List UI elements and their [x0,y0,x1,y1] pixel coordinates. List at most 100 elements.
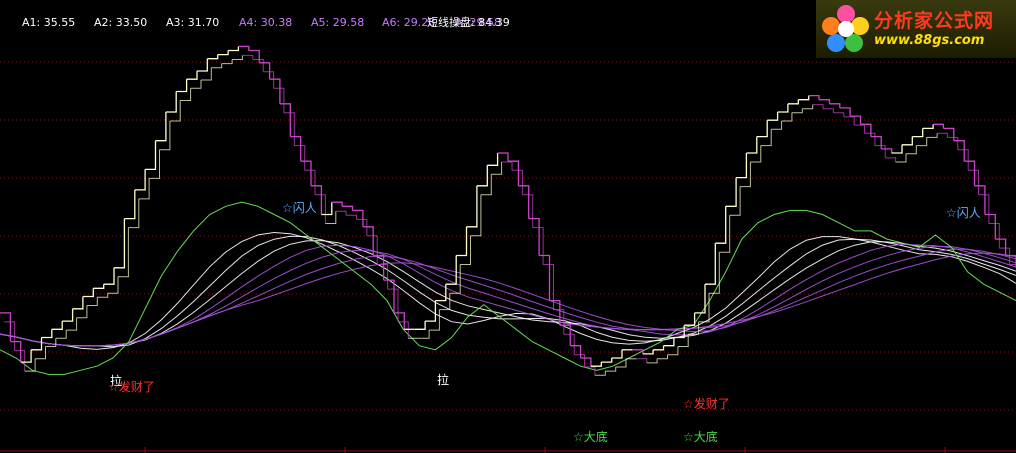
step-shadow-83 [864,132,876,146]
step-segment-73 [756,120,768,138]
site-logo[interactable]: 分析家公式网 www.88gs.com [816,0,1016,58]
step-segment-86 [891,144,903,154]
step-shadow-16 [169,100,181,122]
step-shadow-27 [283,112,295,146]
step-shadow-21 [221,59,233,65]
step-segment-71 [736,153,748,179]
step-shadow-3 [35,346,46,360]
step-segment-11 [114,218,126,269]
step-segment-34 [352,209,364,227]
step-segment-14 [145,140,157,171]
step-shadow-89 [926,133,938,138]
step-shadow-9 [97,293,109,298]
step-segment-79 [819,99,831,104]
step-segment-91 [943,127,955,141]
step-shadow-46 [480,174,492,196]
step-shadow-11 [118,227,129,278]
step-segment-3 [31,337,43,351]
ma-line-1 [0,231,1016,350]
step-segment-32 [331,201,343,207]
step-segment-25 [259,62,271,80]
step-shadow-87 [906,145,917,155]
step-segment-56 [580,357,592,367]
step-shadow-23 [242,54,254,60]
step-segment-85 [881,148,893,153]
step-segment-96 [995,238,1007,256]
step-shadow-91 [947,136,959,150]
step-segment-22 [228,46,240,52]
step-segment-7 [72,296,84,310]
step-segment-74 [767,112,779,121]
step-segment-5 [51,321,63,330]
step-shadow-50 [522,194,534,228]
step-segment-63 [653,345,665,351]
signal-label-5: ☆大底 [573,429,608,444]
step-shadow-49 [512,169,523,195]
step-shadow-81 [843,116,855,126]
step-segment-44 [456,226,468,257]
step-segment-24 [248,49,260,63]
step-segment-84 [870,135,882,149]
step-shadow-26 [273,87,285,113]
indicator-chart[interactable]: 拉☆发财了☆闪人拉☆大底 ☆大底☆发财了☆闪人 [0,0,1016,453]
step-segment-12 [124,189,136,220]
step-shadow-19 [201,67,212,81]
step-segment-58 [601,358,613,363]
step-segment-16 [165,91,177,113]
step-segment-19 [197,58,208,72]
header-value-5: A5: 29.58 [311,16,365,29]
step-shadow-22 [232,55,243,60]
step-segment-77 [798,95,810,101]
step-shadow-90 [937,132,948,138]
signal-label-6: ☆大底 [683,429,718,444]
step-shadow-17 [180,88,192,101]
step-shadow-14 [149,149,160,179]
step-shadow-8 [86,297,98,306]
step-segment-55 [570,345,582,358]
header-value-3: A3: 31.70 [166,16,220,29]
step-shadow-31 [325,211,337,224]
step-shadow-6 [66,317,78,331]
step-segment-8 [82,288,94,298]
signal-label-4: 拉 [437,372,449,387]
step-shadow-74 [771,121,783,130]
step-segment-33 [342,205,354,211]
step-segment-87 [902,136,913,146]
step-segment-13 [134,169,146,191]
step-shadow-40 [418,330,430,339]
step-segment-76 [787,99,799,105]
step-shadow-75 [781,112,793,122]
step-shadow-70 [729,186,741,216]
logo-title: 分析家公式网 [874,10,995,32]
step-segment-29 [300,160,312,186]
step-shadow-38 [398,321,409,339]
step-shadow-33 [346,214,357,220]
step-shadow-32 [335,210,347,216]
step-segment-83 [860,123,872,137]
step-segment-51 [528,217,540,256]
step-shadow-10 [107,276,119,294]
step-segment-67 [694,284,706,314]
header-prefix: .11 [0,16,18,29]
step-segment-70 [725,177,737,207]
step-shadow-86 [895,153,907,163]
step-segment-57 [590,362,602,367]
step-segment-6 [62,308,74,322]
signal-label-2: ☆发财了 [108,379,155,394]
step-shadow-72 [750,145,762,163]
step-segment-15 [155,112,167,142]
step-shadow-85 [885,157,897,162]
step-segment-9 [93,284,105,289]
signal-label-7: ☆发财了 [683,396,730,411]
green-indicator-line [0,201,1016,375]
step-shadow-28 [294,145,306,171]
step-segment-49 [508,160,520,186]
step-shadow-57 [594,371,606,376]
step-shadow-20 [211,63,223,69]
step-segment-48 [497,152,509,162]
flower-logo-icon [822,5,869,52]
ma-line-7 [0,252,1016,347]
step-shadow-61 [636,358,648,363]
step-segment-59 [611,349,623,359]
step-shadow-69 [719,215,731,253]
